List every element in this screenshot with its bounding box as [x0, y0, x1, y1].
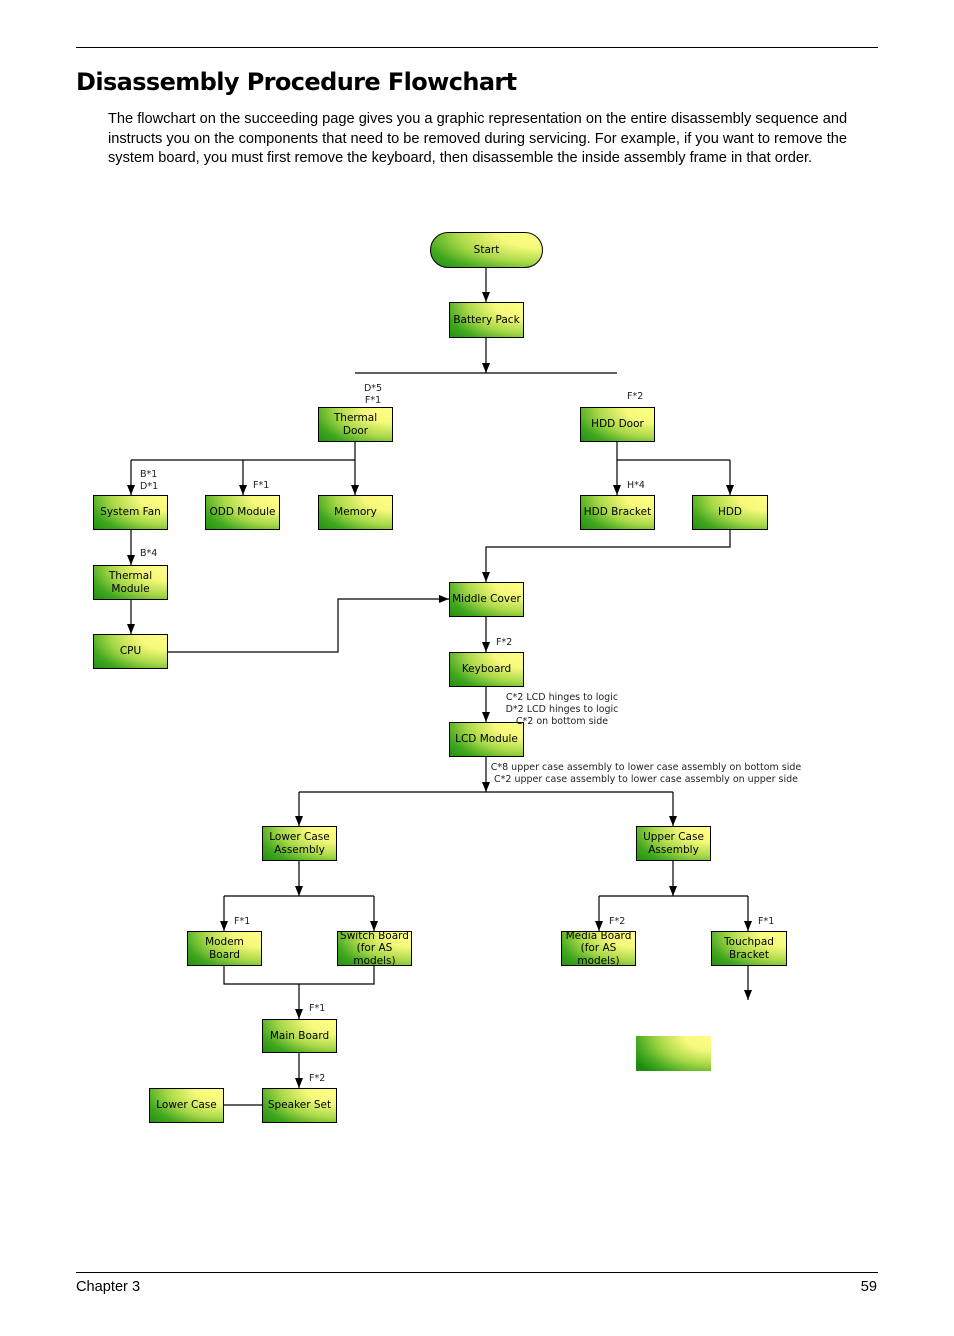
screw-label-speaker-set: F*2	[309, 1073, 326, 1084]
node-hdd[interactable]: HDD	[692, 495, 768, 530]
node-start[interactable]: Start	[430, 232, 543, 268]
arrowhead	[482, 642, 490, 652]
node-media-board[interactable]: Media Board (for AS models)	[561, 930, 636, 967]
arrowhead	[669, 886, 677, 896]
arrowhead	[127, 485, 135, 495]
arrowhead	[127, 624, 135, 634]
node-odd-module[interactable]: ODD Module	[205, 495, 280, 530]
screw-label-keyboard: F*2	[496, 637, 513, 648]
screw-label-hdd-door: F*2	[627, 391, 644, 402]
arrowhead	[127, 555, 135, 565]
connector-cpu-middle-cover	[168, 598, 449, 653]
arrowhead	[439, 595, 449, 603]
node-thermal-module[interactable]: Thermal Module	[93, 565, 168, 600]
node-speaker-set[interactable]: Speaker Set	[262, 1088, 337, 1123]
arrowhead	[744, 921, 752, 931]
node-keyboard[interactable]: Keyboard	[449, 652, 524, 687]
arrowhead	[295, 1009, 303, 1019]
node-switch-board[interactable]: Switch Board (for AS models)	[337, 930, 412, 967]
arrowhead	[482, 363, 490, 373]
arrowhead	[482, 292, 490, 302]
arrowhead	[295, 886, 303, 896]
footer-chapter: Chapter 3	[76, 1279, 141, 1295]
arrowhead	[482, 782, 490, 792]
arrowhead	[295, 1078, 303, 1088]
arrowhead	[351, 485, 359, 495]
screw-label-modem-board: F*1	[234, 916, 251, 927]
screw-label-case-split: C*8 upper case assembly to lower case as…	[490, 762, 802, 785]
screw-label-main-board: F*1	[309, 1003, 326, 1014]
connector-boards-merge	[223, 966, 375, 985]
screw-label-system-fan: B*1 D*1	[140, 469, 159, 492]
node-battery-pack[interactable]: Battery Pack	[449, 302, 524, 338]
arrowhead	[613, 485, 621, 495]
node-cpu[interactable]: CPU	[93, 634, 168, 669]
node-memory[interactable]: Memory	[318, 495, 393, 530]
node-hdd-door[interactable]: HDD Door	[580, 407, 655, 442]
screw-label-hdd-bracket: H*4	[627, 480, 645, 491]
node-middle-cover[interactable]: Middle Cover	[449, 582, 524, 617]
screw-label-media-board: F*2	[609, 916, 626, 927]
screw-label-thermal-module: B*4	[140, 548, 158, 559]
footer-rule	[76, 1272, 878, 1273]
footer-page-number: 59	[860, 1279, 877, 1295]
node-clipped-artifact	[636, 1036, 711, 1071]
node-main-board[interactable]: Main Board	[262, 1019, 337, 1053]
arrowhead	[295, 816, 303, 826]
arrowhead	[669, 816, 677, 826]
arrowhead	[744, 990, 752, 1000]
node-modem-board[interactable]: Modem Board	[187, 931, 262, 966]
disassembly-flowchart: Start Battery Pack Thermal Door HDD Door…	[0, 0, 954, 1336]
screw-label-thermal-door: D*5 F*1	[363, 383, 383, 406]
node-hdd-bracket[interactable]: HDD Bracket	[580, 495, 655, 530]
node-lower-case[interactable]: Lower Case	[149, 1088, 224, 1123]
node-touchpad-bracket[interactable]: Touchpad Bracket	[711, 931, 787, 966]
screw-label-lcd-module: C*2 LCD hinges to logic D*2 LCD hinges t…	[505, 692, 619, 727]
arrowhead	[726, 485, 734, 495]
node-upper-case-assembly[interactable]: Upper Case Assembly	[636, 826, 711, 861]
node-lower-case-assembly[interactable]: Lower Case Assembly	[262, 826, 337, 861]
screw-label-odd-module: F*1	[253, 480, 270, 491]
arrowhead	[239, 485, 247, 495]
node-system-fan[interactable]: System Fan	[93, 495, 168, 530]
screw-label-touchpad-bracket: F*1	[758, 916, 775, 927]
node-thermal-door[interactable]: Thermal Door	[318, 407, 393, 442]
connector-hdd-middle-cover	[485, 530, 731, 582]
arrowhead	[482, 572, 490, 582]
arrowhead	[482, 712, 490, 722]
arrowhead	[220, 921, 228, 931]
